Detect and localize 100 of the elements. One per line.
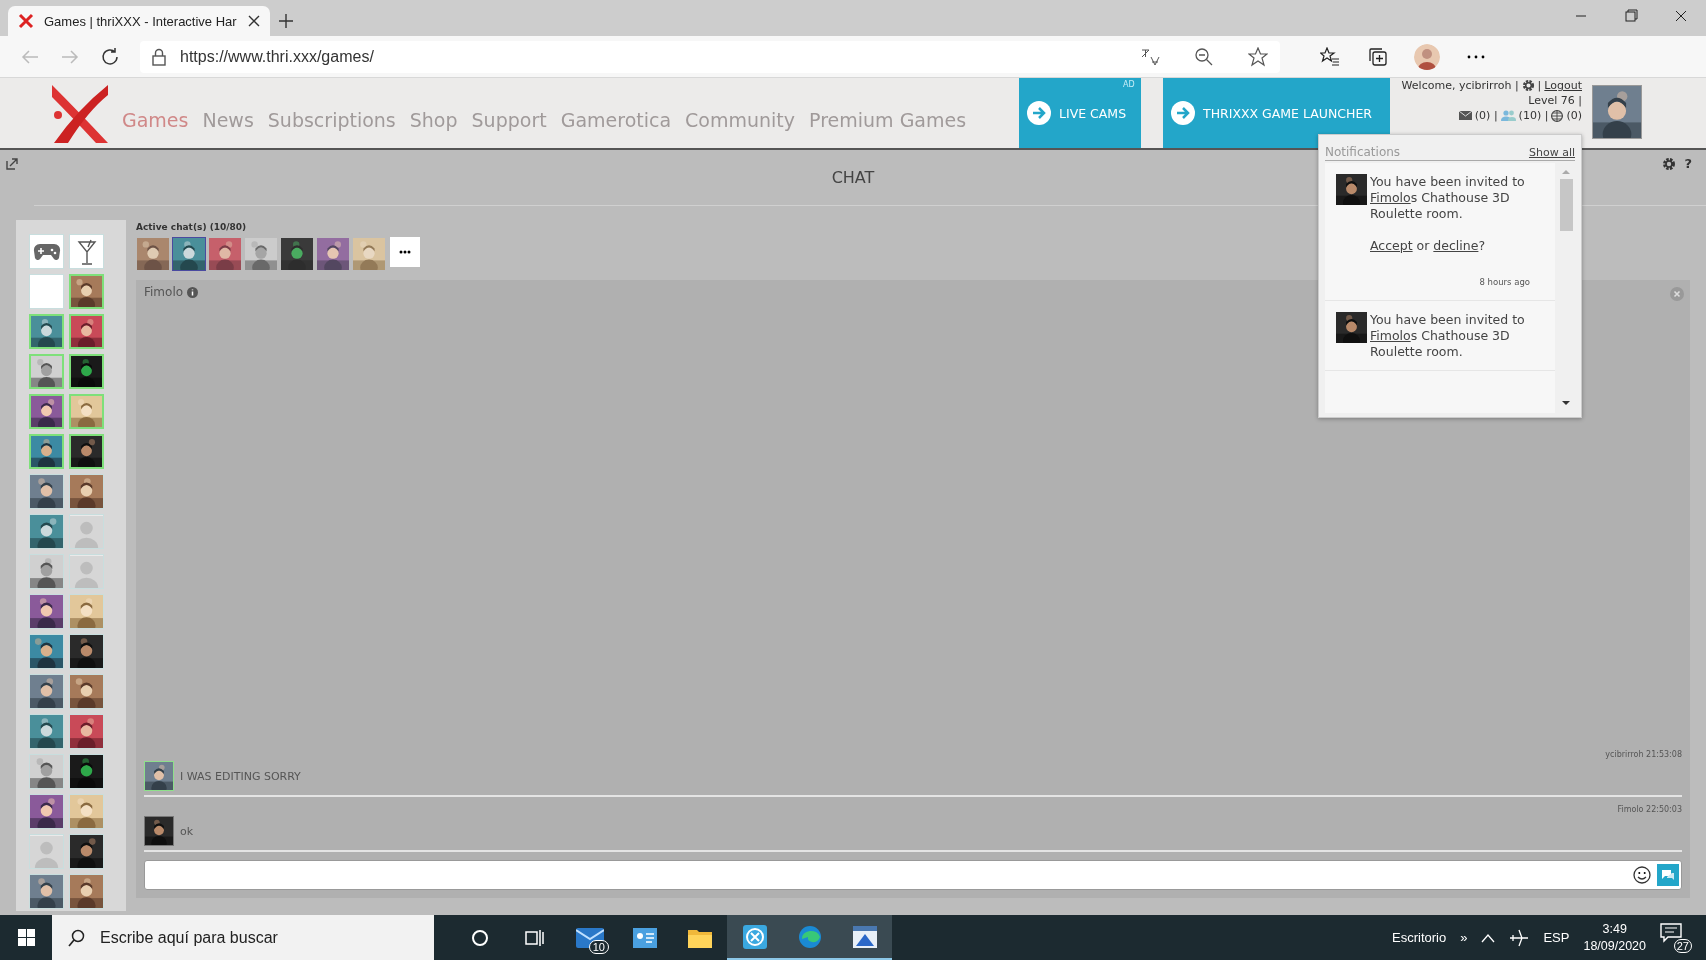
refresh-icon[interactable]	[100, 46, 120, 67]
contact-tile[interactable]	[69, 554, 104, 589]
language-indicator[interactable]: ESP	[1543, 930, 1570, 945]
settings-icon[interactable]	[1521, 79, 1535, 92]
chat-tab[interactable]	[136, 237, 170, 271]
promo-label: LIVE CAMS	[1059, 105, 1127, 121]
contact-tile[interactable]	[29, 794, 64, 829]
clock[interactable]: 3:49 18/09/2020	[1583, 920, 1646, 955]
close-icon[interactable]	[248, 15, 260, 27]
translate-icon[interactable]	[1140, 46, 1160, 67]
chat-tab[interactable]	[316, 237, 350, 271]
contact-tile[interactable]	[29, 274, 64, 309]
chat-tab[interactable]	[208, 237, 242, 271]
contact-tile[interactable]	[29, 674, 64, 709]
windows-start-icon[interactable]	[17, 929, 35, 946]
logout-link[interactable]: Logout	[1544, 78, 1582, 93]
app-button[interactable]	[727, 915, 782, 960]
contact-tile[interactable]	[29, 714, 64, 749]
contact-tile[interactable]	[69, 394, 104, 429]
desktop-label[interactable]: Escritorio	[1392, 930, 1447, 945]
search-icon	[68, 928, 86, 947]
send-icon[interactable]	[1657, 864, 1679, 886]
contact-tile[interactable]	[69, 674, 104, 709]
chat-tab[interactable]	[172, 237, 206, 271]
contact-tile[interactable]	[69, 274, 104, 309]
notifications-button[interactable]: 27	[1660, 922, 1690, 953]
address-bar[interactable]: https://www.thri.xxx/games/	[140, 40, 1280, 73]
contact-tile[interactable]	[69, 314, 104, 349]
contact-tile[interactable]	[69, 354, 104, 389]
contact-name: Fimolo	[144, 285, 184, 299]
default-avatar-icon	[30, 835, 63, 868]
app-button[interactable]	[837, 915, 892, 960]
more-icon	[399, 250, 411, 254]
message-meta: Fimolo 22:50:03	[1616, 805, 1682, 814]
contact-tile[interactable]	[69, 594, 104, 629]
user-link[interactable]: Fimolo	[1370, 328, 1411, 343]
emoji-icon[interactable]	[1633, 866, 1651, 884]
browser-tab[interactable]: Games | thriXXX - Interactive Har	[8, 6, 270, 36]
contact-tile[interactable]	[29, 634, 64, 669]
favorites-icon[interactable]	[1320, 46, 1340, 67]
collections-icon[interactable]	[1368, 46, 1388, 67]
info-icon[interactable]	[187, 286, 199, 298]
contact-tile[interactable]	[69, 794, 104, 829]
contact-tile[interactable]	[29, 834, 64, 869]
globe-icon[interactable]	[1551, 109, 1564, 122]
contact-tile[interactable]	[29, 594, 64, 629]
arrow-circle-icon	[1171, 101, 1195, 125]
new-tab-icon[interactable]	[278, 13, 294, 29]
contact-tile[interactable]	[29, 354, 64, 389]
contact-tile[interactable]	[29, 874, 64, 909]
taskbar-search-field[interactable]: Escribe aquí para buscar	[52, 915, 434, 960]
friends-count: (10) |	[1518, 108, 1549, 123]
profile-avatar-icon[interactable]	[1414, 43, 1440, 70]
decline-link[interactable]: decline	[1433, 238, 1479, 253]
contact-tile[interactable]	[29, 234, 64, 269]
accept-link[interactable]: Accept	[1370, 238, 1413, 253]
contact-tile[interactable]	[69, 874, 104, 909]
popup-title: Notifications	[1325, 145, 1401, 159]
contact-tile[interactable]	[29, 474, 64, 509]
star-add-icon[interactable]	[1248, 46, 1268, 67]
ad-label: AD	[1123, 80, 1135, 89]
contact-tile[interactable]	[69, 834, 104, 869]
circle-icon	[470, 928, 489, 947]
zoom-out-icon[interactable]	[1194, 46, 1214, 67]
gamepad-icon	[32, 242, 61, 261]
contact-tile[interactable]	[69, 474, 104, 509]
contact-tile[interactable]	[29, 394, 64, 429]
airplane-icon[interactable]	[1509, 928, 1530, 947]
caret-icon[interactable]	[1481, 932, 1496, 943]
mail-app-button[interactable]: 10	[562, 915, 617, 960]
restore-icon[interactable]	[6, 156, 20, 170]
contact-tile[interactable]	[69, 714, 104, 749]
chat-tab[interactable]	[280, 237, 314, 271]
help-button[interactable]: ?	[1684, 156, 1692, 171]
cocktail-icon	[76, 238, 97, 265]
contact-tile[interactable]	[69, 754, 104, 789]
contact-tile[interactable]	[69, 434, 104, 469]
contact-tile[interactable]	[29, 754, 64, 789]
user-link[interactable]: Fimolo	[1370, 190, 1411, 205]
show-all-link[interactable]: Show all	[1528, 146, 1575, 159]
contact-tile[interactable]	[69, 234, 104, 269]
settings-icon[interactable]	[1662, 156, 1677, 171]
x-circle-icon	[742, 924, 767, 949]
mail-badge: 10	[588, 940, 609, 954]
contact-tile[interactable]	[69, 514, 104, 549]
mail-icon[interactable]	[1458, 111, 1472, 120]
message-text: ok	[180, 824, 194, 838]
toolbar-chevron[interactable]: »	[1460, 930, 1468, 945]
separator-text: |	[1537, 78, 1542, 93]
welcome-text: Welcome, ycibrirroh |	[1401, 78, 1519, 93]
contact-tile[interactable]	[69, 634, 104, 669]
world-count: (0)	[1566, 108, 1582, 123]
contact-tile[interactable]	[29, 314, 64, 349]
accept-prompt: Accept or decline?	[1370, 238, 1487, 254]
contact-tile[interactable]	[29, 554, 64, 589]
contact-tile[interactable]	[29, 434, 64, 469]
message-input[interactable]	[144, 860, 1682, 890]
chat-tab[interactable]	[244, 237, 278, 271]
browser-icon	[797, 924, 822, 949]
contact-tile[interactable]	[29, 514, 64, 549]
